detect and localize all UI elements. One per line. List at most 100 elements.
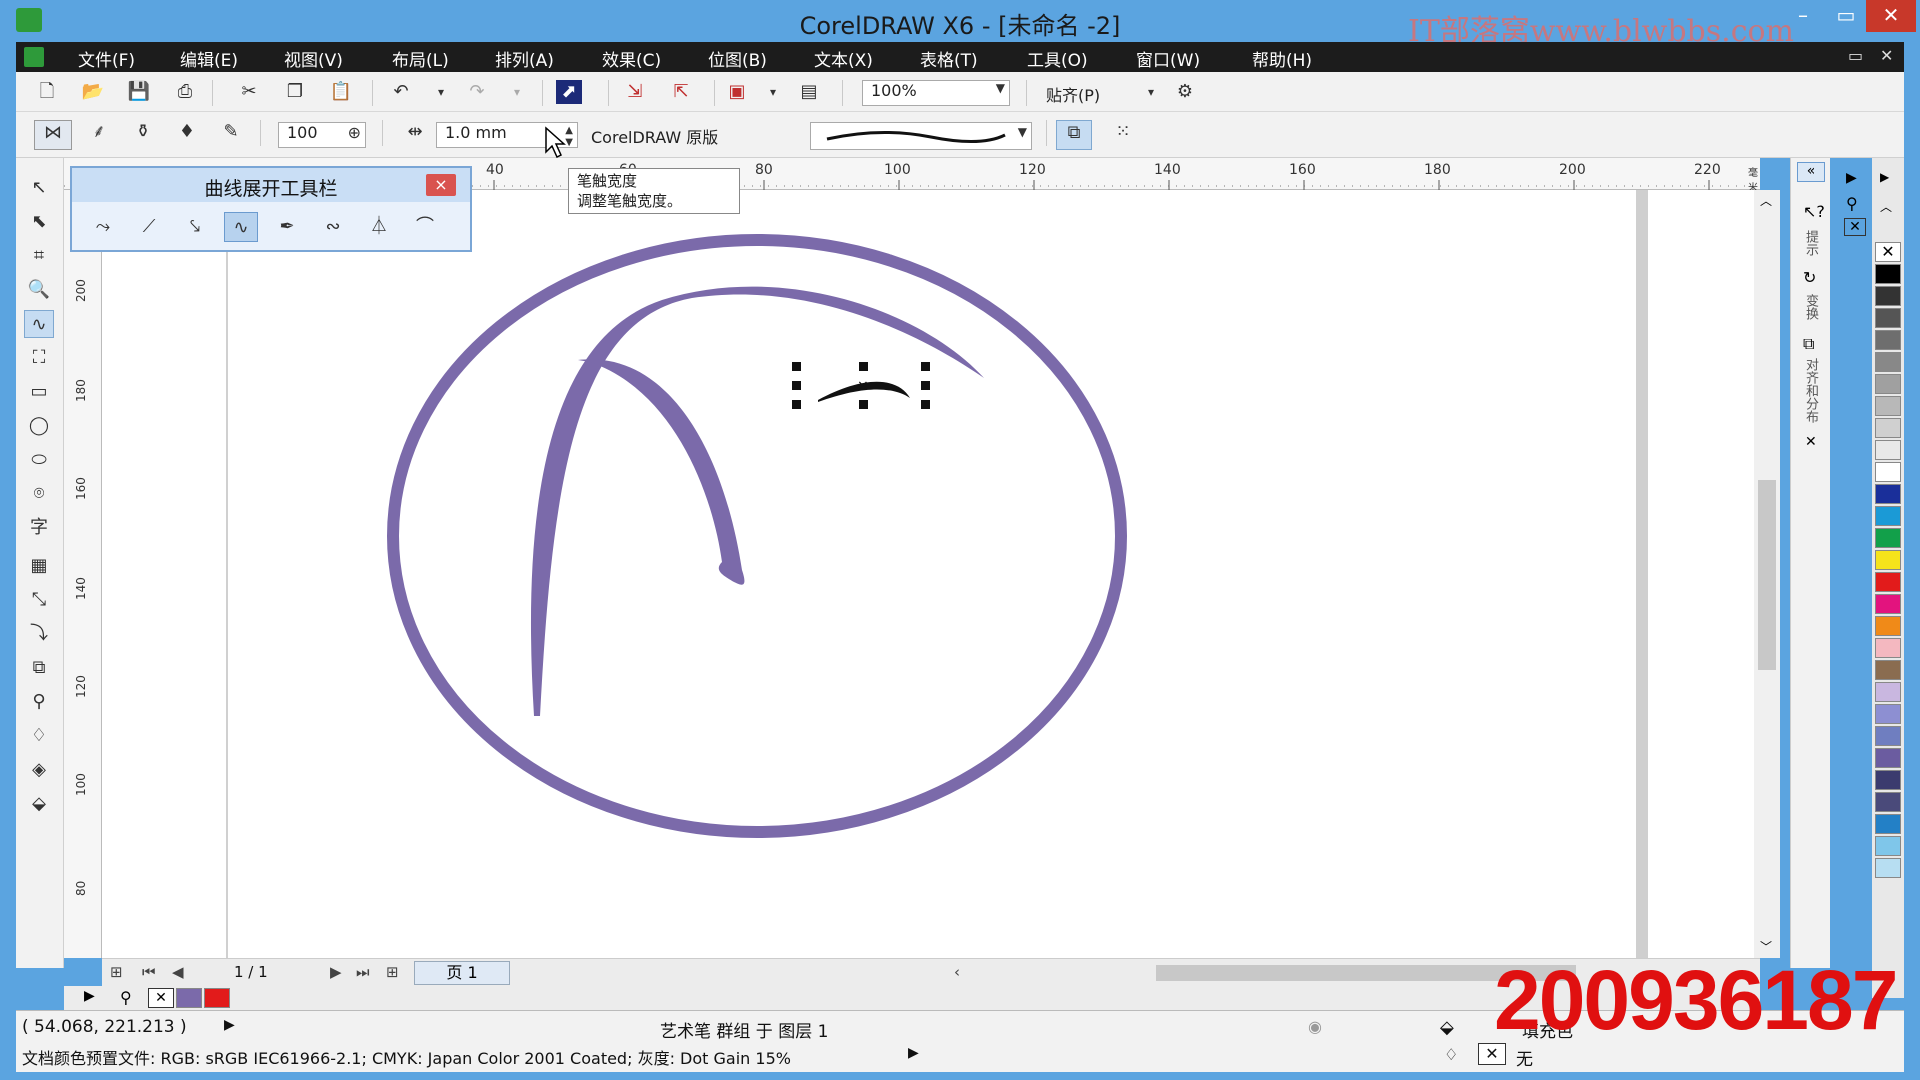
- menu-help[interactable]: 帮助(H): [1252, 46, 1312, 71]
- palette-swatch[interactable]: [1875, 726, 1901, 746]
- eyedropper-icon[interactable]: ⚲: [1846, 194, 1858, 213]
- pressure-mode-icon[interactable]: ✎: [218, 120, 244, 144]
- profile-menu-icon[interactable]: ▶: [908, 1045, 919, 1061]
- document-no-color-swatch[interactable]: ✕: [148, 988, 174, 1008]
- palette-swatch[interactable]: [1875, 528, 1901, 548]
- menu-text[interactable]: 文本(X): [814, 46, 873, 71]
- palette-up-icon[interactable]: ︿: [1880, 198, 1892, 215]
- color-eyedropper-tool-icon[interactable]: ⚲: [24, 688, 54, 716]
- dimension-tool-icon[interactable]: ⤡: [24, 586, 54, 614]
- palette-swatch[interactable]: [1875, 396, 1901, 416]
- hook-brush-stroke[interactable]: [578, 359, 745, 585]
- welcome-screen-icon[interactable]: ▤: [796, 80, 822, 104]
- palette-swatch[interactable]: [1875, 616, 1901, 636]
- crop-tool-icon[interactable]: ⌗: [24, 242, 54, 270]
- pen-tool-icon[interactable]: ✒: [270, 212, 304, 242]
- restore-button[interactable]: ▭: [1826, 0, 1866, 32]
- previous-page-icon[interactable]: ◀: [172, 963, 184, 981]
- artistic-media-icon[interactable]: ∿: [224, 212, 258, 242]
- palette-swatch[interactable]: [1875, 814, 1901, 834]
- inner-brush-stroke[interactable]: [530, 286, 984, 716]
- transform-tab[interactable]: 变换: [1801, 294, 1820, 320]
- export-icon[interactable]: ⇱: [668, 80, 694, 104]
- two-point-line-tool-icon[interactable]: ⟋: [132, 212, 166, 242]
- rectangle-tool-icon[interactable]: ▭: [24, 378, 54, 406]
- document-eyedropper-icon[interactable]: ⚲: [120, 988, 132, 1007]
- basic-shapes-tool-icon[interactable]: ⌾: [24, 480, 54, 508]
- color-management-icon[interactable]: ◉: [1308, 1017, 1322, 1036]
- no-fill-swatch[interactable]: ✕: [1875, 242, 1901, 262]
- open-icon[interactable]: 📂: [80, 80, 106, 104]
- scale-with-image-icon[interactable]: ⧉: [1056, 120, 1092, 150]
- bezier-tool-icon[interactable]: ⤥: [178, 212, 212, 242]
- options-icon[interactable]: ⚙: [1172, 80, 1198, 104]
- palette-swatch[interactable]: [1875, 638, 1901, 658]
- expand-docker-icon[interactable]: «: [1797, 162, 1825, 182]
- menu-bitmaps[interactable]: 位图(B): [708, 46, 767, 71]
- sprayer-mode-icon[interactable]: ⚱: [130, 120, 156, 144]
- menu-file[interactable]: 文件(F): [78, 46, 135, 71]
- zoom-tool-icon[interactable]: 🔍: [24, 276, 54, 304]
- transform-tab-icon[interactable]: ↻: [1803, 268, 1816, 287]
- add-page-after-icon[interactable]: ⊞: [386, 963, 399, 981]
- polygon-tool-icon[interactable]: ⬭: [24, 446, 54, 474]
- document-icon[interactable]: [24, 47, 44, 67]
- undo-dropdown-icon[interactable]: ▾: [428, 80, 454, 104]
- first-page-icon[interactable]: ⏮: [142, 963, 156, 981]
- doc-close-button[interactable]: ✕: [1880, 46, 1893, 65]
- three-point-curve-tool-icon[interactable]: ⌒: [408, 212, 442, 242]
- palette-swatch[interactable]: [1875, 748, 1901, 768]
- flyout-header[interactable]: 曲线展开工具栏 ×: [72, 168, 470, 202]
- palette-swatch[interactable]: [1875, 264, 1901, 284]
- new-document-icon[interactable]: 🗋: [34, 80, 60, 104]
- calligraphic-mode-icon[interactable]: ♦: [174, 120, 200, 144]
- palette-swatch[interactable]: [1875, 792, 1901, 812]
- vertical-ruler[interactable]: 200 180 160 140 120 100 80: [64, 190, 102, 958]
- preset-stroke-list[interactable]: ▼: [810, 122, 1032, 150]
- palette-swatch[interactable]: [1875, 682, 1901, 702]
- palette-swatch[interactable]: [1875, 770, 1901, 790]
- save-icon[interactable]: 💾: [126, 80, 152, 104]
- align-tab[interactable]: 对齐和分布: [1801, 358, 1820, 423]
- zoom-level-combo[interactable]: 100% ▼: [862, 80, 1010, 106]
- ellipse-tool-icon[interactable]: ◯: [24, 412, 54, 440]
- boundary-icon[interactable]: ⁙: [1110, 120, 1136, 144]
- b-spline-tool-icon[interactable]: ∾: [316, 212, 350, 242]
- align-tab-icon[interactable]: ⧉: [1803, 334, 1814, 354]
- close-button[interactable]: ✕: [1866, 0, 1916, 32]
- polyline-tool-icon[interactable]: ⏃: [362, 212, 396, 242]
- snap-to-button[interactable]: 贴齐(P): [1046, 82, 1100, 106]
- palette-swatch[interactable]: [1875, 286, 1901, 306]
- menu-layout[interactable]: 布局(L): [392, 46, 449, 71]
- color-profile-info[interactable]: 文档颜色预置文件: RGB: sRGB IEC61966-2.1; CMYK: …: [22, 1045, 791, 1069]
- coordinates-menu-icon[interactable]: ▶: [224, 1017, 235, 1033]
- drawing-canvas[interactable]: ×: [102, 190, 1760, 958]
- freehand-tool-icon[interactable]: ⤳: [86, 212, 120, 242]
- launcher-dropdown-icon[interactable]: ▾: [760, 80, 786, 104]
- flyout-close-button[interactable]: ×: [426, 174, 456, 196]
- palette-swatch[interactable]: [1875, 660, 1901, 680]
- docker-close-icon[interactable]: ✕: [1805, 434, 1817, 450]
- palette-scroll-up-icon[interactable]: ▶: [1880, 170, 1889, 184]
- scroll-up-icon[interactable]: ︿: [1760, 192, 1772, 209]
- palette-swatch[interactable]: [1875, 550, 1901, 570]
- menu-arrange[interactable]: 排列(A): [495, 46, 554, 71]
- shape-tool-icon[interactable]: ⬉: [24, 208, 54, 236]
- undo-icon[interactable]: ↶: [388, 80, 414, 104]
- menu-edit[interactable]: 编辑(E): [180, 46, 238, 71]
- palette-swatch[interactable]: [1875, 506, 1901, 526]
- add-page-before-icon[interactable]: ⊞: [110, 963, 123, 981]
- print-icon[interactable]: ⎙: [172, 80, 198, 104]
- search-content-icon[interactable]: ⬈: [556, 80, 582, 104]
- next-page-icon[interactable]: ▶: [330, 963, 342, 981]
- smart-fill-tool-icon[interactable]: ⛶: [24, 344, 54, 372]
- menu-view[interactable]: 视图(V): [284, 46, 343, 71]
- palette-swatch[interactable]: [1875, 308, 1901, 328]
- page-tab-1[interactable]: 页 1: [414, 961, 510, 985]
- pick-tool-icon[interactable]: ↖: [24, 174, 54, 202]
- application-launcher-icon[interactable]: ▣: [724, 80, 750, 104]
- palette-swatch[interactable]: [1875, 484, 1901, 504]
- minimize-button[interactable]: –: [1780, 0, 1826, 32]
- menu-effects[interactable]: 效果(C): [602, 46, 661, 71]
- redo-dropdown-icon[interactable]: ▾: [504, 80, 530, 104]
